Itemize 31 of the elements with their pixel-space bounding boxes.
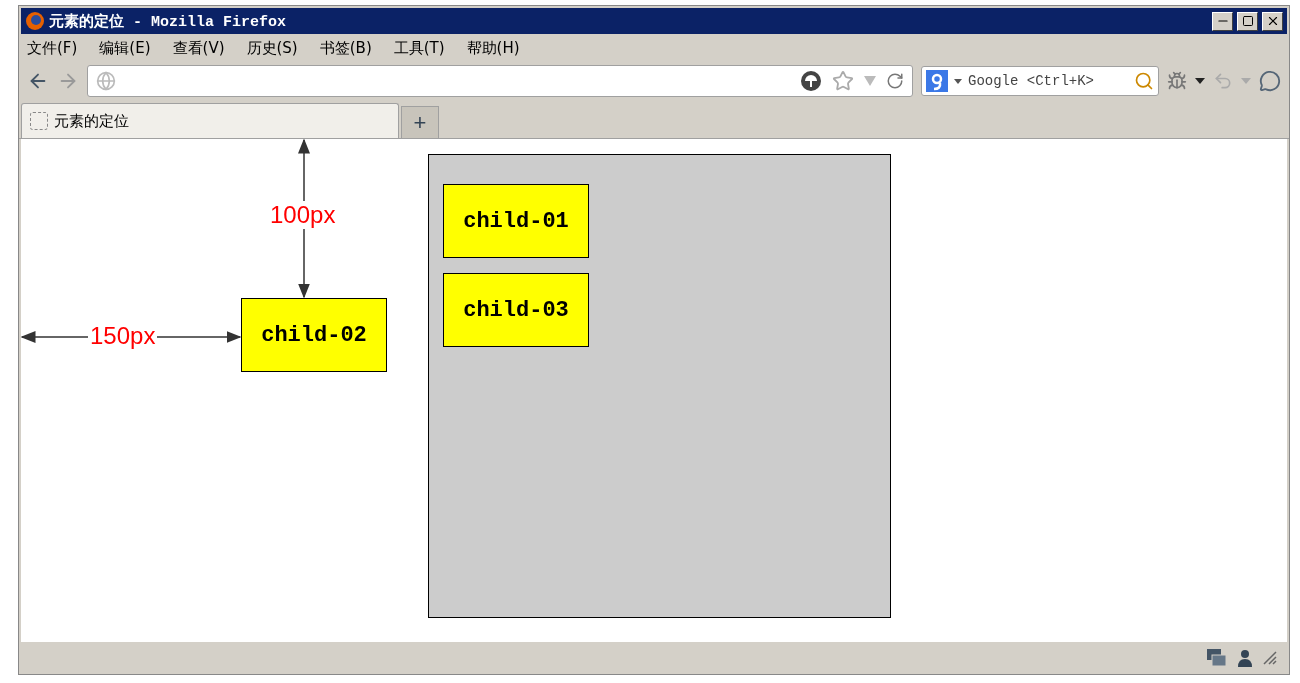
new-tab-button[interactable]: + [401,106,439,138]
search-icon[interactable] [1134,71,1154,91]
menu-item[interactable]: 编辑(E) [99,38,151,58]
resize-grip-icon[interactable] [1263,651,1277,665]
menu-item[interactable]: 工具(T) [393,38,445,58]
window-title: 元素的定位 - Mozilla Firefox [49,12,288,31]
page-icon [30,112,48,130]
caret-icon[interactable] [954,78,962,84]
search-placeholder: Google <Ctrl+K> [968,73,1096,89]
person-icon [1237,649,1253,667]
menu-item[interactable]: 文件(F) [27,38,78,58]
child-box: child-03 [443,273,589,347]
chat-icon[interactable] [1259,70,1281,92]
address-field[interactable] [87,65,913,97]
star-icon[interactable] [832,70,854,92]
child-box: child-02 [241,298,387,372]
menu-item[interactable]: 书签(B) [319,38,372,58]
tab-label: 元素的定位 [54,111,129,131]
menu-item[interactable]: 历史(S) [246,38,298,58]
search-field[interactable]: Google <Ctrl+K> [921,66,1159,96]
caret-icon[interactable] [1195,78,1205,84]
menu-item[interactable]: 查看(V) [172,38,225,58]
browser-tab[interactable]: 元素的定位 [21,103,399,138]
menu-item[interactable]: 帮助(H) [466,38,520,58]
reload-icon[interactable] [886,72,904,90]
dimension-label: 100px [268,201,338,229]
child-box: child-01 [443,184,589,258]
windows-icon [1207,649,1227,667]
firefox-logo-icon [25,11,45,31]
search-engine-icon[interactable] [926,70,948,92]
bug-icon[interactable] [1167,71,1187,91]
